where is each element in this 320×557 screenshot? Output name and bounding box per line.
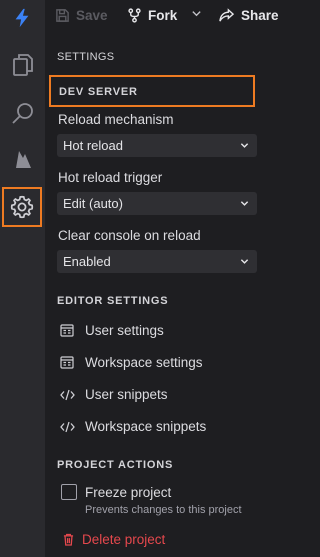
delete-project-button[interactable]: Delete project (63, 532, 165, 547)
clear-console-label: Clear console on reload (58, 228, 201, 243)
save-icon (56, 9, 69, 22)
activity-bar (0, 0, 45, 557)
freeze-project-checkbox[interactable] (61, 484, 77, 500)
deploy-icon[interactable] (6, 143, 40, 177)
logo-bolt-icon (15, 8, 29, 28)
reload-mechanism-select[interactable]: Hot reload (57, 134, 257, 157)
user-settings-link[interactable]: User settings (60, 323, 164, 338)
dev-server-section-header: DEV SERVER (49, 75, 255, 107)
share-label: Share (241, 8, 279, 23)
freeze-project-description: Prevents changes to this project (85, 504, 242, 516)
reload-mechanism-value: Hot reload (63, 138, 123, 153)
clear-console-value: Enabled (63, 254, 111, 269)
hot-reload-trigger-label: Hot reload trigger (58, 170, 163, 185)
hot-reload-trigger-value: Edit (auto) (63, 196, 123, 211)
fork-label: Fork (148, 8, 178, 23)
settings-icon[interactable] (2, 187, 42, 227)
trash-icon (63, 533, 74, 546)
settings-panel: Save Fork Share SETTINGS DEV SERVER Relo… (45, 0, 287, 557)
fork-options-button[interactable] (191, 8, 208, 19)
fork-button[interactable]: Fork (127, 8, 177, 23)
chevron-down-icon (240, 259, 249, 264)
workspace-snippets-link[interactable]: Workspace snippets (60, 419, 206, 434)
chevron-down-icon (240, 143, 249, 148)
fork-icon (128, 8, 141, 23)
dev-server-header: DEV SERVER (59, 86, 138, 98)
share-button[interactable]: Share (218, 8, 279, 23)
settings-file-icon (60, 356, 78, 369)
workspace-settings-label: Workspace settings (85, 355, 203, 370)
page-title: SETTINGS (57, 51, 115, 63)
chevron-down-icon (240, 201, 249, 206)
save-label: Save (76, 8, 108, 23)
project-actions-header: PROJECT ACTIONS (57, 459, 174, 471)
clear-console-select[interactable]: Enabled (57, 250, 257, 273)
toolbar: Save Fork Share (45, 0, 287, 34)
search-icon[interactable] (6, 97, 40, 131)
user-settings-label: User settings (85, 323, 164, 338)
settings-file-icon (60, 324, 78, 337)
user-snippets-label: User snippets (85, 387, 168, 402)
workspace-snippets-label: Workspace snippets (85, 419, 207, 434)
share-icon (219, 8, 235, 22)
delete-project-label: Delete project (82, 532, 166, 547)
chevron-down-icon (192, 11, 201, 17)
freeze-project-label[interactable]: Freeze project (85, 485, 171, 500)
code-icon (60, 389, 78, 401)
code-icon (60, 421, 78, 433)
save-button[interactable]: Save (55, 8, 108, 23)
reload-mechanism-label: Reload mechanism (58, 112, 174, 127)
hot-reload-trigger-select[interactable]: Edit (auto) (57, 192, 257, 215)
user-snippets-link[interactable]: User snippets (60, 387, 168, 402)
editor-settings-header: EDITOR SETTINGS (57, 295, 169, 307)
files-icon[interactable] (6, 48, 40, 82)
workspace-settings-link[interactable]: Workspace settings (60, 355, 203, 370)
